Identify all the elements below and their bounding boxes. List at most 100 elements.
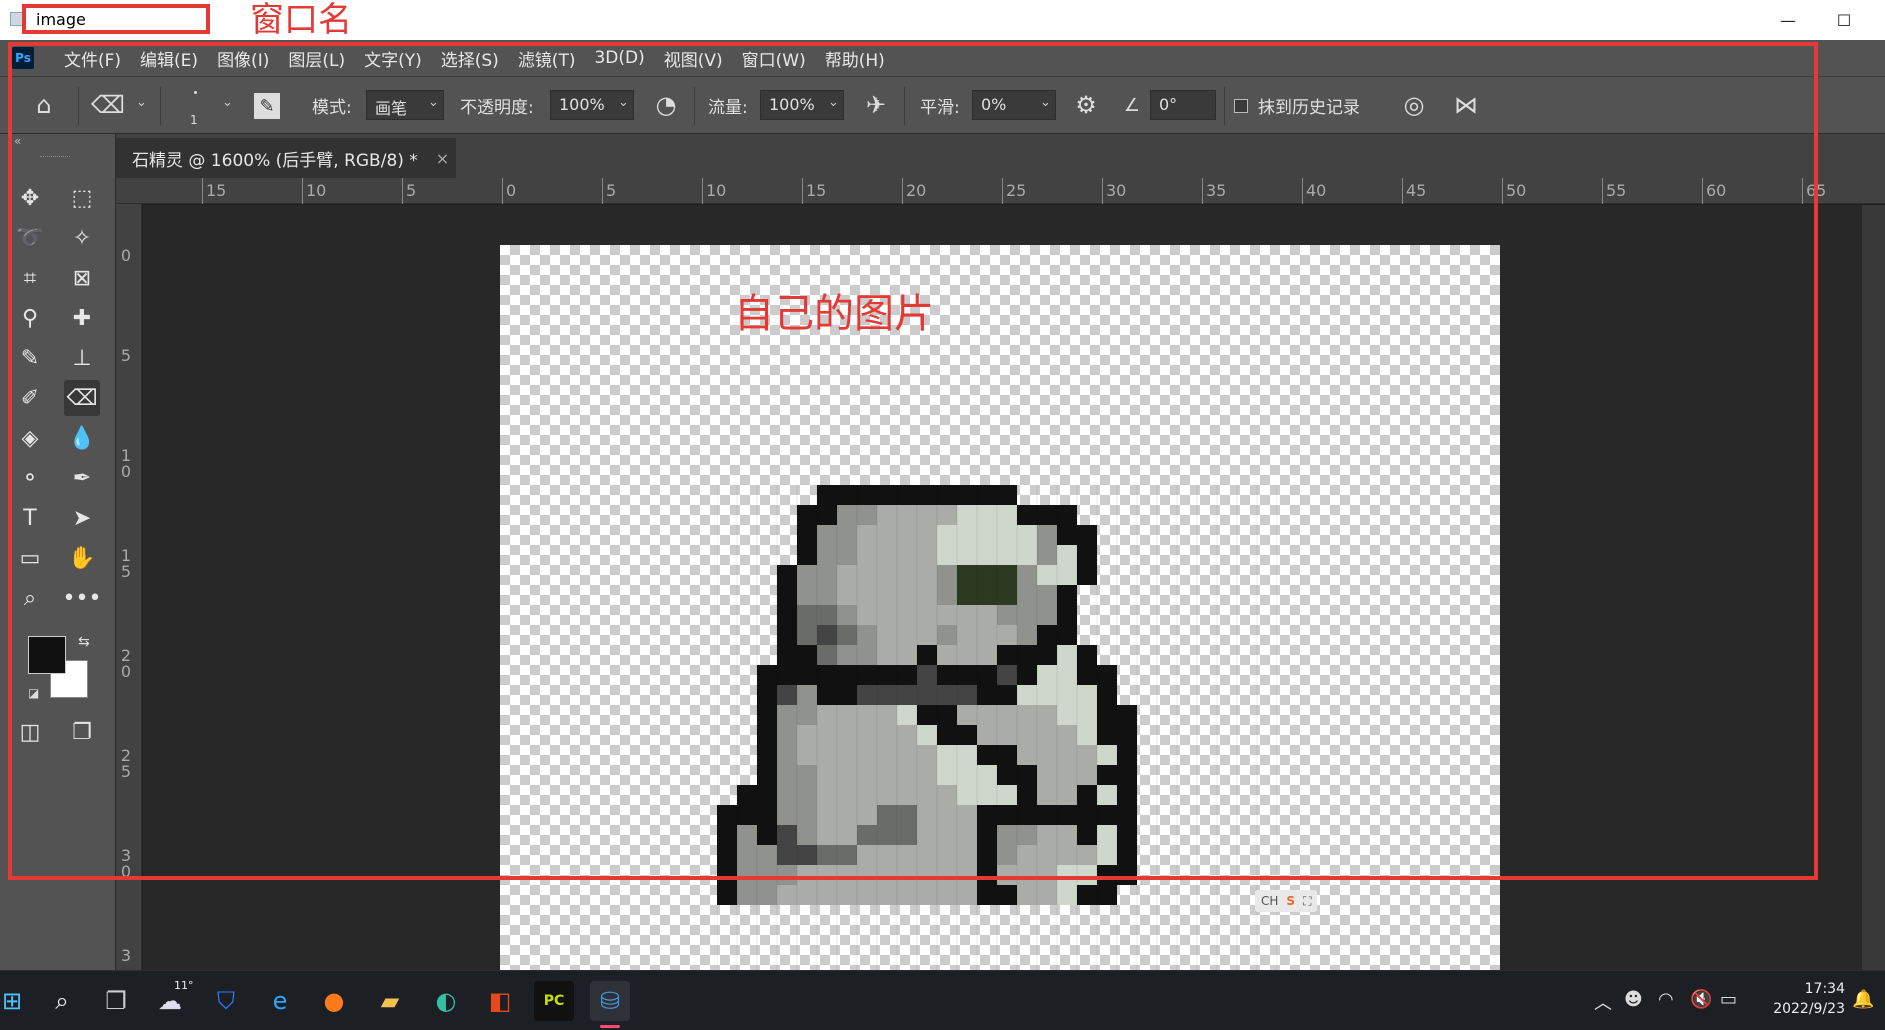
menu-3d[interactable]: 3D(D) [594, 48, 644, 68]
crop-tool-icon[interactable]: ⌗ [12, 260, 48, 296]
frame-tool-icon[interactable]: ⊠ [64, 260, 100, 296]
document-tab[interactable]: 石精灵 @ 1600% (后手臂, RGB/8) * × [116, 138, 456, 178]
search-icon[interactable]: ⌕ [42, 981, 82, 1021]
menu-image[interactable]: 图像(I) [217, 46, 269, 71]
foreground-color-swatch-front[interactable] [28, 636, 66, 674]
security-app-icon[interactable]: ⛉ [206, 981, 246, 1021]
brush-picker-chevron-icon[interactable]: ⌄ [222, 95, 233, 110]
office-icon[interactable]: ◧ [480, 981, 520, 1021]
brush-settings-icon[interactable]: ✎ [254, 93, 280, 119]
sprite-pixel [797, 645, 817, 665]
document-canvas[interactable]: 自己的图片 [500, 245, 1500, 985]
pycharm-icon[interactable]: PC [534, 981, 574, 1021]
smoothing-chevron-icon[interactable]: ⌄ [1040, 95, 1051, 110]
chevron-down-icon[interactable]: ⌄ [136, 95, 147, 110]
menu-window[interactable]: 窗口(W) [742, 46, 806, 71]
sprite-pixel [897, 505, 917, 525]
task-view-icon[interactable]: ❐ [96, 981, 136, 1021]
panel-grip[interactable] [40, 156, 70, 159]
pressure-size-icon[interactable]: ◎ [1398, 89, 1430, 121]
sprite-pixel [817, 605, 837, 625]
menu-layer[interactable]: 图层(L) [288, 46, 345, 71]
flow-chevron-icon[interactable]: ⌄ [828, 95, 839, 110]
edge-icon[interactable]: ◐ [426, 981, 466, 1021]
marquee-tool-icon[interactable]: ⬚ [64, 180, 100, 216]
history-brush-tool-icon[interactable]: ✐ [12, 380, 48, 416]
hand-tool-icon[interactable]: ✋ [64, 540, 100, 576]
pen-tool-icon[interactable]: ✒ [64, 460, 100, 496]
menu-help[interactable]: 帮助(H) [825, 46, 885, 71]
menu-select[interactable]: 选择(S) [441, 46, 499, 71]
menu-edit[interactable]: 编辑(E) [140, 46, 198, 71]
notification-bell-icon[interactable]: 🔔 [1852, 989, 1874, 1010]
lasso-tool-icon[interactable]: ➰ [12, 220, 48, 256]
sprite-pixel [897, 725, 917, 745]
battery-icon[interactable]: ▭ [1720, 989, 1737, 1010]
mode-chevron-icon[interactable]: ⌄ [428, 95, 439, 110]
sprite-pixel [797, 805, 817, 825]
sprite-pixel [1037, 845, 1057, 865]
default-colors-icon[interactable]: ◪ [28, 686, 39, 700]
menu-file[interactable]: 文件(F) [64, 46, 121, 71]
sprite-pixel [817, 625, 837, 645]
wifi-icon[interactable]: ◠ [1658, 989, 1674, 1010]
brush-tool-icon[interactable]: ✎ [12, 340, 48, 376]
symmetry-butterfly-icon[interactable]: ⋈ [1450, 89, 1482, 121]
volume-muted-icon[interactable]: 🔇 [1690, 989, 1712, 1010]
sprite-pixel [1097, 805, 1117, 825]
python-icon[interactable]: ⛁ [590, 981, 630, 1021]
eraser-tool-icon[interactable]: ⌫ [64, 380, 100, 416]
pressure-opacity-icon[interactable]: ◔ [650, 89, 682, 121]
maximize-button[interactable]: ☐ [1816, 0, 1872, 40]
tray-app-icon[interactable]: ☻ [1624, 989, 1643, 1010]
more-tools-icon[interactable]: ••• [63, 580, 102, 616]
gear-icon[interactable]: ⚙ [1070, 89, 1102, 121]
opacity-chevron-icon[interactable]: ⌄ [618, 95, 629, 110]
type-tool-icon[interactable]: T [12, 500, 48, 536]
sprite-pixel [1117, 865, 1137, 885]
file-explorer-icon[interactable]: ▰ [370, 981, 410, 1021]
menu-view[interactable]: 视图(V) [664, 46, 723, 71]
minimize-button[interactable]: — [1760, 0, 1816, 40]
window-name-annotation: 窗口名 [250, 0, 352, 40]
eyedropper-tool-icon[interactable]: ⚲ [12, 300, 48, 336]
menu-type[interactable]: 文字(Y) [364, 46, 422, 71]
path-selection-tool-icon[interactable]: ➤ [64, 500, 100, 536]
eraser-tool-preset-icon[interactable]: ⌫ [91, 89, 125, 121]
sprite-pixel [877, 825, 897, 845]
sprite-pixel [1097, 845, 1117, 865]
healing-brush-tool-icon[interactable]: ✚ [64, 300, 100, 336]
edge-legacy-icon[interactable]: e [260, 981, 300, 1021]
firefox-icon[interactable]: ● [314, 981, 354, 1021]
ime-indicator[interactable]: CH S ⛶ [1255, 890, 1318, 912]
close-tab-icon[interactable]: × [436, 149, 449, 168]
collapse-panel-icon[interactable]: « [14, 134, 21, 148]
clone-stamp-tool-icon[interactable]: ⊥ [64, 340, 100, 376]
ruler-tick [202, 178, 203, 204]
airbrush-icon[interactable]: ✈ [860, 89, 892, 121]
home-icon[interactable]: ⌂ [28, 89, 60, 121]
tray-overflow-chevron-icon[interactable]: ︿ [1594, 989, 1612, 1015]
ruler-label: 0 [506, 181, 517, 200]
sprite-pixel [857, 865, 877, 885]
angle-input[interactable]: 0° [1150, 90, 1216, 120]
sprite-pixel [997, 665, 1017, 685]
clock[interactable]: 17:34 2022/9/23 [1773, 979, 1845, 1019]
ruler-label: 10 [306, 181, 327, 200]
paint-bucket-tool-icon[interactable]: ◈ [12, 420, 48, 456]
sprite-pixel [1037, 605, 1057, 625]
swap-colors-icon[interactable]: ⇆ [78, 634, 90, 650]
start-windows-icon[interactable]: ⊞ [0, 981, 32, 1021]
magic-wand-tool-icon[interactable]: ✧ [64, 220, 100, 256]
screen-mode-icon[interactable]: ❐ [64, 714, 100, 750]
quick-mask-icon[interactable]: ◫ [12, 714, 48, 750]
sprite-pixel [977, 705, 997, 725]
rectangle-tool-icon[interactable]: ▭ [12, 540, 48, 576]
dodge-tool-icon[interactable]: ⚬ [12, 460, 48, 496]
menu-filter[interactable]: 滤镜(T) [518, 46, 576, 71]
zoom-tool-icon[interactable]: ⌕ [12, 580, 48, 616]
sprite-pixel [937, 745, 957, 765]
erase-history-checkbox[interactable] [1234, 99, 1248, 113]
move-tool-icon[interactable]: ✥ [12, 180, 48, 216]
blur-tool-icon[interactable]: 💧 [64, 420, 100, 456]
